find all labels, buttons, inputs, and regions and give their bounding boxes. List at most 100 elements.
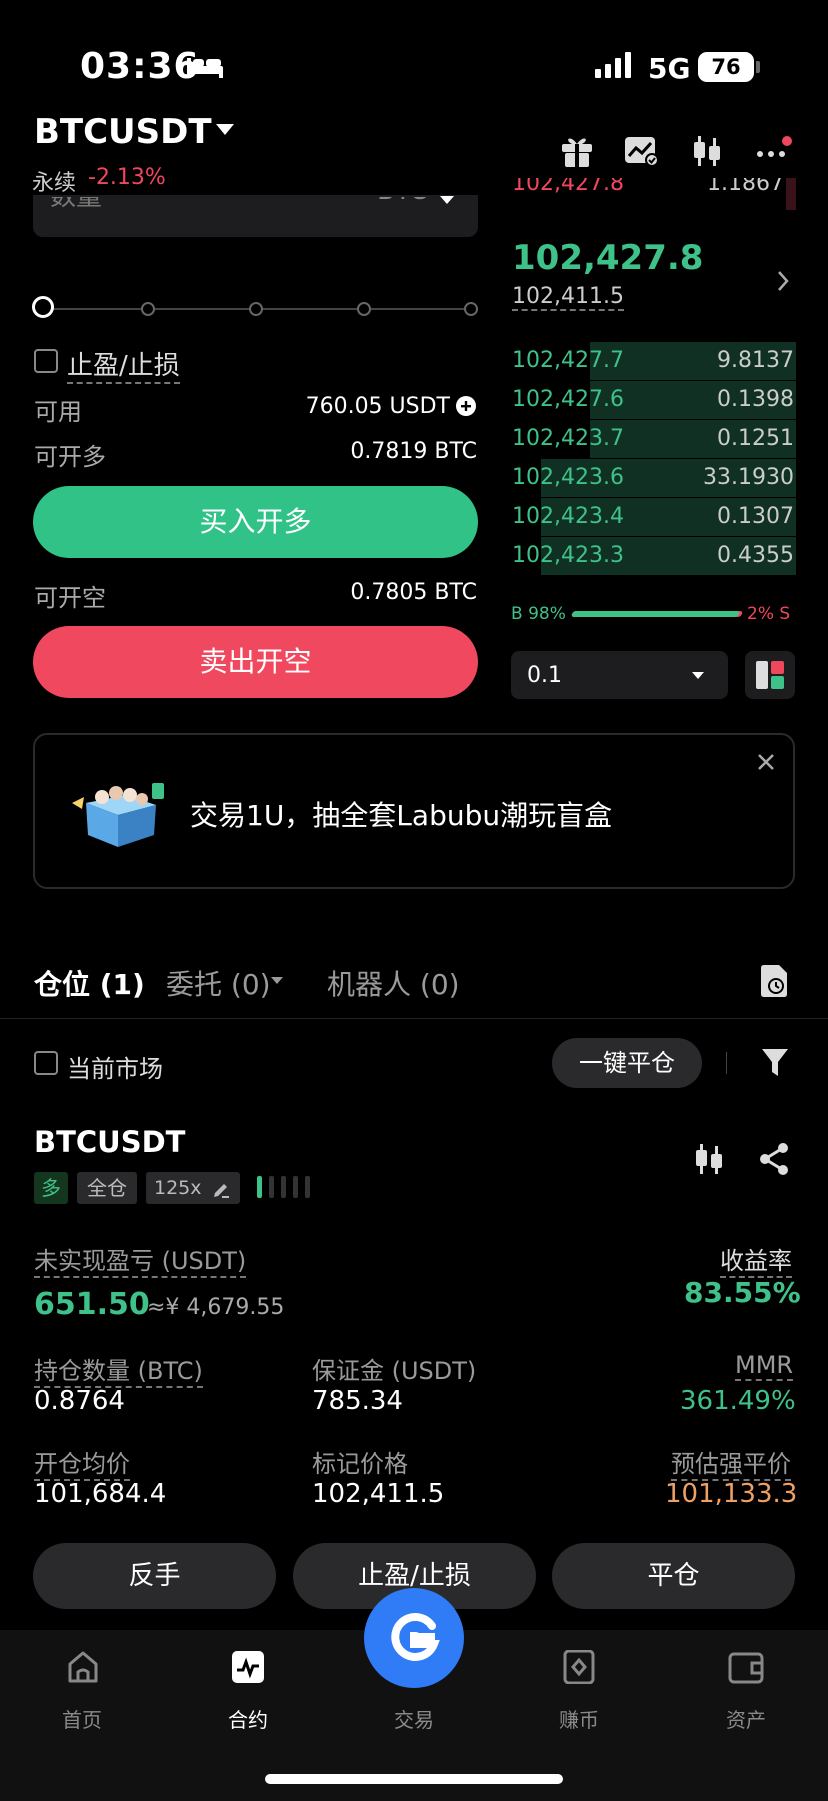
adl-bar [257, 1176, 262, 1198]
leverage-value: 125x [154, 1177, 202, 1199]
last-price: 102,427.8 [512, 238, 704, 278]
slider-step[interactable] [357, 302, 371, 316]
entry-value: 101,684.4 [34, 1479, 167, 1509]
leverage-badge[interactable]: 125x [146, 1172, 240, 1204]
mmr-value: 361.49% [680, 1386, 796, 1416]
bid-price: 102,427.7 [512, 348, 624, 373]
bid-row[interactable]: 102,423.7 0.1251 [510, 420, 796, 458]
slider-step[interactable] [141, 302, 155, 316]
amount-slider-handle[interactable] [32, 296, 54, 318]
precision-select[interactable]: 0.1 [511, 651, 728, 699]
current-market-label[interactable]: 当前市场 [67, 1049, 163, 1084]
bid-qty: 0.1307 [717, 504, 794, 529]
unit-dropdown-icon [440, 196, 454, 204]
sell-ratio-label: 2% S [747, 604, 791, 624]
earn-icon[interactable] [562, 1650, 596, 1684]
close-icon[interactable] [757, 753, 775, 771]
bid-row[interactable]: 102,423.4 0.1307 [510, 498, 796, 536]
add-funds-icon[interactable] [455, 395, 477, 417]
chevron-right-icon[interactable] [776, 270, 790, 292]
history-icon[interactable] [759, 964, 789, 998]
share-icon[interactable] [758, 1142, 790, 1176]
trade-logo-icon [391, 1613, 440, 1661]
tab-positions[interactable]: 仓位 (1) [34, 963, 145, 1003]
nav-home[interactable]: 首页 [32, 1704, 132, 1733]
bid-row[interactable]: 102,423.3 0.4355 [510, 537, 796, 575]
tab-orders[interactable]: 委托 (0) [166, 963, 271, 1003]
sleep-bed-icon [187, 58, 223, 78]
nav-trade[interactable]: 交易 [364, 1704, 464, 1733]
top-ask-depth-bar [786, 178, 796, 210]
tpsl-checkbox[interactable] [34, 349, 58, 373]
margin-mode-badge[interactable]: 全仓 [77, 1172, 137, 1204]
mark-label: 标记价格 [312, 1450, 408, 1478]
price-change: -2.13% [88, 165, 166, 190]
precision-value: 0.1 [527, 663, 562, 688]
mystery-box-icon [72, 783, 164, 847]
close-all-button[interactable]: 一键平仓 [552, 1038, 702, 1088]
signal-icon [595, 52, 631, 78]
size-label: 持仓数量 (BTC) [34, 1351, 203, 1388]
adl-bar [305, 1176, 310, 1198]
assets-icon[interactable] [728, 1652, 764, 1684]
slider-step[interactable] [249, 302, 263, 316]
tab-bots[interactable]: 机器人 (0) [327, 963, 460, 1003]
nav-earn[interactable]: 赚币 [529, 1704, 629, 1733]
adl-bar [293, 1176, 298, 1198]
upnl-cny: ≈¥ 4,679.55 [147, 1295, 285, 1320]
adl-bar [269, 1176, 274, 1198]
candlestick-icon[interactable] [690, 134, 724, 168]
filter-icon[interactable] [761, 1047, 789, 1079]
edit-icon [214, 1184, 229, 1198]
bid-row[interactable]: 102,427.7 9.8137 [510, 342, 796, 380]
slider-step[interactable] [464, 302, 478, 316]
pair-dropdown-icon[interactable] [216, 124, 234, 135]
margin-label: 保证金 (USDT) [312, 1357, 477, 1385]
tpsl-label[interactable]: 止盈/止损 [67, 345, 180, 384]
home-indicator [265, 1774, 563, 1784]
book-layout-button[interactable] [745, 651, 795, 699]
status-time: 03:36 [80, 46, 200, 87]
size-value: 0.8764 [34, 1386, 125, 1416]
can-long-value: 0.7819 BTC [350, 439, 477, 464]
bid-row[interactable]: 102,423.6 33.1930 [510, 459, 796, 497]
more-icon[interactable] [756, 134, 796, 168]
sell-short-button[interactable]: 卖出开空 [33, 626, 478, 698]
bid-qty: 9.8137 [717, 348, 794, 373]
liq-label: 预估强平价 [671, 1444, 791, 1481]
reverse-button[interactable]: 反手 [33, 1543, 276, 1609]
roe-label: 收益率 [720, 1241, 792, 1278]
bid-price: 102,423.7 [512, 426, 624, 451]
buy-long-button[interactable]: 买入开多 [33, 486, 478, 558]
top-ask-row[interactable]: 102,427.8 1.1867 [510, 178, 796, 210]
gift-icon[interactable] [560, 134, 594, 168]
bid-qty: 0.1251 [717, 426, 794, 451]
futures-icon[interactable] [231, 1650, 265, 1684]
adl-bar [281, 1176, 286, 1198]
contract-type: 永续 [32, 171, 77, 196]
close-position-button[interactable]: 平仓 [552, 1543, 795, 1609]
buy-ratio-label: B 98% [511, 604, 566, 624]
bid-qty: 0.1398 [717, 387, 794, 412]
position-symbol[interactable]: BTCUSDT [34, 1125, 185, 1159]
position-chart-icon[interactable] [692, 1142, 726, 1176]
current-market-checkbox[interactable] [34, 1051, 58, 1075]
filter-divider [726, 1052, 727, 1074]
home-icon[interactable] [66, 1650, 100, 1684]
mmr-label: MMR [735, 1351, 794, 1381]
nav-futures[interactable]: 合约 [198, 1704, 298, 1733]
nav-assets[interactable]: 资产 [696, 1704, 796, 1733]
roe-value: 83.55% [684, 1276, 801, 1309]
precision-dropdown-icon [692, 672, 704, 679]
can-short-value: 0.7805 BTC [350, 580, 477, 605]
chart-settings-icon[interactable] [624, 134, 660, 168]
pair-title[interactable]: BTCUSDT [34, 112, 212, 152]
bid-row[interactable]: 102,427.6 0.1398 [510, 381, 796, 419]
top-ask-qty: 1.1867 [707, 178, 784, 196]
quantity-unit-select[interactable]: BTC [377, 197, 427, 206]
bid-price: 102,423.3 [512, 543, 624, 568]
mark-value: 102,411.5 [312, 1479, 445, 1509]
bid-price: 102,427.6 [512, 387, 624, 412]
bid-price: 102,423.4 [512, 504, 624, 529]
orders-dropdown-icon[interactable] [271, 977, 283, 984]
